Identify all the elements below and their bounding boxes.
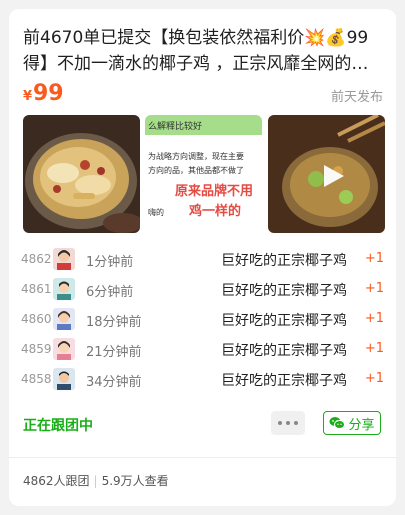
order-number: 4861	[21, 282, 52, 296]
posted-time: 前天发布	[330, 90, 383, 105]
order-item: 巨好吃的正宗椰子鸡	[221, 283, 347, 299]
order-time: 34分钟前	[86, 375, 142, 390]
group-status: 正在跟团中	[23, 418, 93, 434]
view-count: 5.9万人查看	[101, 474, 169, 488]
gallery-text-3: 方向的品，其他品都不做了	[148, 165, 244, 175]
share-label: 分享	[348, 417, 375, 433]
more-button[interactable]	[271, 411, 305, 435]
list-item[interactable]: 4861 6分钟前 巨好吃的正宗椰子鸡 +1	[9, 275, 396, 305]
list-item[interactable]: 4862 1分钟前 巨好吃的正宗椰子鸡 +1	[9, 245, 396, 275]
divider	[9, 457, 396, 458]
more-dot-icon	[278, 421, 282, 425]
more-dot-icon	[286, 421, 290, 425]
price: 99	[33, 81, 64, 106]
order-number: 4858	[21, 372, 52, 386]
currency-symbol: ¥	[23, 89, 33, 104]
share-button[interactable]: 分享	[323, 411, 381, 435]
image-gallery: 么解释比较好 为战略方向调整，现在主要 方向的品，其他品都不做了 原来品牌不用 …	[23, 115, 385, 233]
list-item[interactable]: 4858 34分钟前 巨好吃的正宗椰子鸡 +1	[9, 365, 396, 395]
avatar	[53, 248, 75, 270]
price-row: ¥ 99 前天发布	[23, 81, 383, 109]
more-dot-icon	[294, 421, 298, 425]
order-qty: +1	[364, 251, 384, 266]
avatar	[53, 278, 75, 300]
order-qty: +1	[364, 371, 384, 386]
joined-count: 4862人跟团	[23, 474, 90, 488]
order-number: 4860	[21, 312, 52, 326]
gallery-video[interactable]	[268, 115, 385, 233]
order-time: 21分钟前	[86, 345, 142, 360]
gallery-text-1: 么解释比较好	[148, 120, 202, 132]
avatar	[53, 308, 75, 330]
group-buy-card[interactable]: 前4670单已提交【换包装依然福利价💥💰99得】不加一滴水的椰子鸡 ，正宗风靡全…	[9, 9, 396, 506]
gallery-image-2[interactable]: 么解释比较好 为战略方向调整，现在主要 方向的品，其他品都不做了 原来品牌不用 …	[145, 115, 262, 233]
order-item: 巨好吃的正宗椰子鸡	[221, 253, 347, 269]
stats-separator: |	[93, 474, 98, 488]
order-list: 4862 1分钟前 巨好吃的正宗椰子鸡 +1 4861 6分钟前 巨好吃的正宗椰…	[9, 245, 396, 395]
list-item[interactable]: 4860 18分钟前 巨好吃的正宗椰子鸡 +1	[9, 305, 396, 335]
order-number: 4862	[21, 252, 52, 266]
order-item: 巨好吃的正宗椰子鸡	[221, 313, 347, 329]
wechat-icon	[329, 417, 346, 429]
gallery-text-4: 原来品牌不用	[175, 183, 253, 199]
order-item: 巨好吃的正宗椰子鸡	[221, 373, 347, 389]
post-title[interactable]: 前4670单已提交【换包装依然福利价💥💰99得】不加一滴水的椰子鸡 ，正宗风靡全…	[23, 25, 385, 77]
order-item: 巨好吃的正宗椰子鸡	[221, 343, 347, 359]
order-qty: +1	[364, 281, 384, 296]
order-time: 18分钟前	[86, 315, 142, 330]
list-item[interactable]: 4859 21分钟前 巨好吃的正宗椰子鸡 +1	[9, 335, 396, 365]
order-qty: +1	[364, 311, 384, 326]
stats-bar: 4862人跟团 | 5.9万人查看	[23, 472, 169, 489]
gallery-image-1[interactable]	[23, 115, 140, 233]
order-number: 4859	[21, 342, 52, 356]
order-qty: +1	[364, 341, 384, 356]
avatar	[53, 368, 75, 390]
avatar	[53, 338, 75, 360]
gallery-text-2: 为战略方向调整，现在主要	[148, 151, 244, 161]
gallery-text-6: 嗨的	[148, 207, 164, 217]
order-time: 1分钟前	[86, 255, 134, 270]
order-time: 6分钟前	[86, 285, 134, 300]
gallery-text-5: 鸡一样的	[188, 203, 241, 219]
